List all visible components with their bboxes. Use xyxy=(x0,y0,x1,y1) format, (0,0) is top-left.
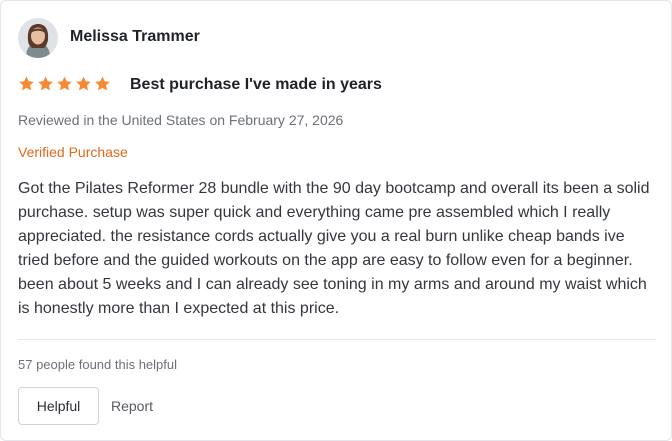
review-card: Melissa Trammer Best purchase I've made … xyxy=(0,0,672,441)
helpful-button[interactable]: Helpful xyxy=(18,387,99,425)
review-title: Best purchase I've made in years xyxy=(130,76,382,93)
star-icon xyxy=(94,76,111,92)
report-link[interactable]: Report xyxy=(111,398,153,414)
reviewer-name: Melissa Trammer xyxy=(70,28,200,45)
verified-purchase-badge: Verified Purchase xyxy=(18,144,128,160)
avatar xyxy=(18,18,58,58)
star-icon xyxy=(18,76,35,92)
star-icon xyxy=(37,76,54,92)
review-meta: Reviewed in the United States on Februar… xyxy=(18,112,344,128)
divider xyxy=(18,339,656,340)
star-icon xyxy=(56,76,73,92)
review-body: Got the Pilates Reformer 28 bundle with … xyxy=(18,180,650,317)
star-rating xyxy=(18,76,111,92)
helpful-count: 57 people found this helpful xyxy=(18,357,178,372)
star-icon xyxy=(75,76,92,92)
